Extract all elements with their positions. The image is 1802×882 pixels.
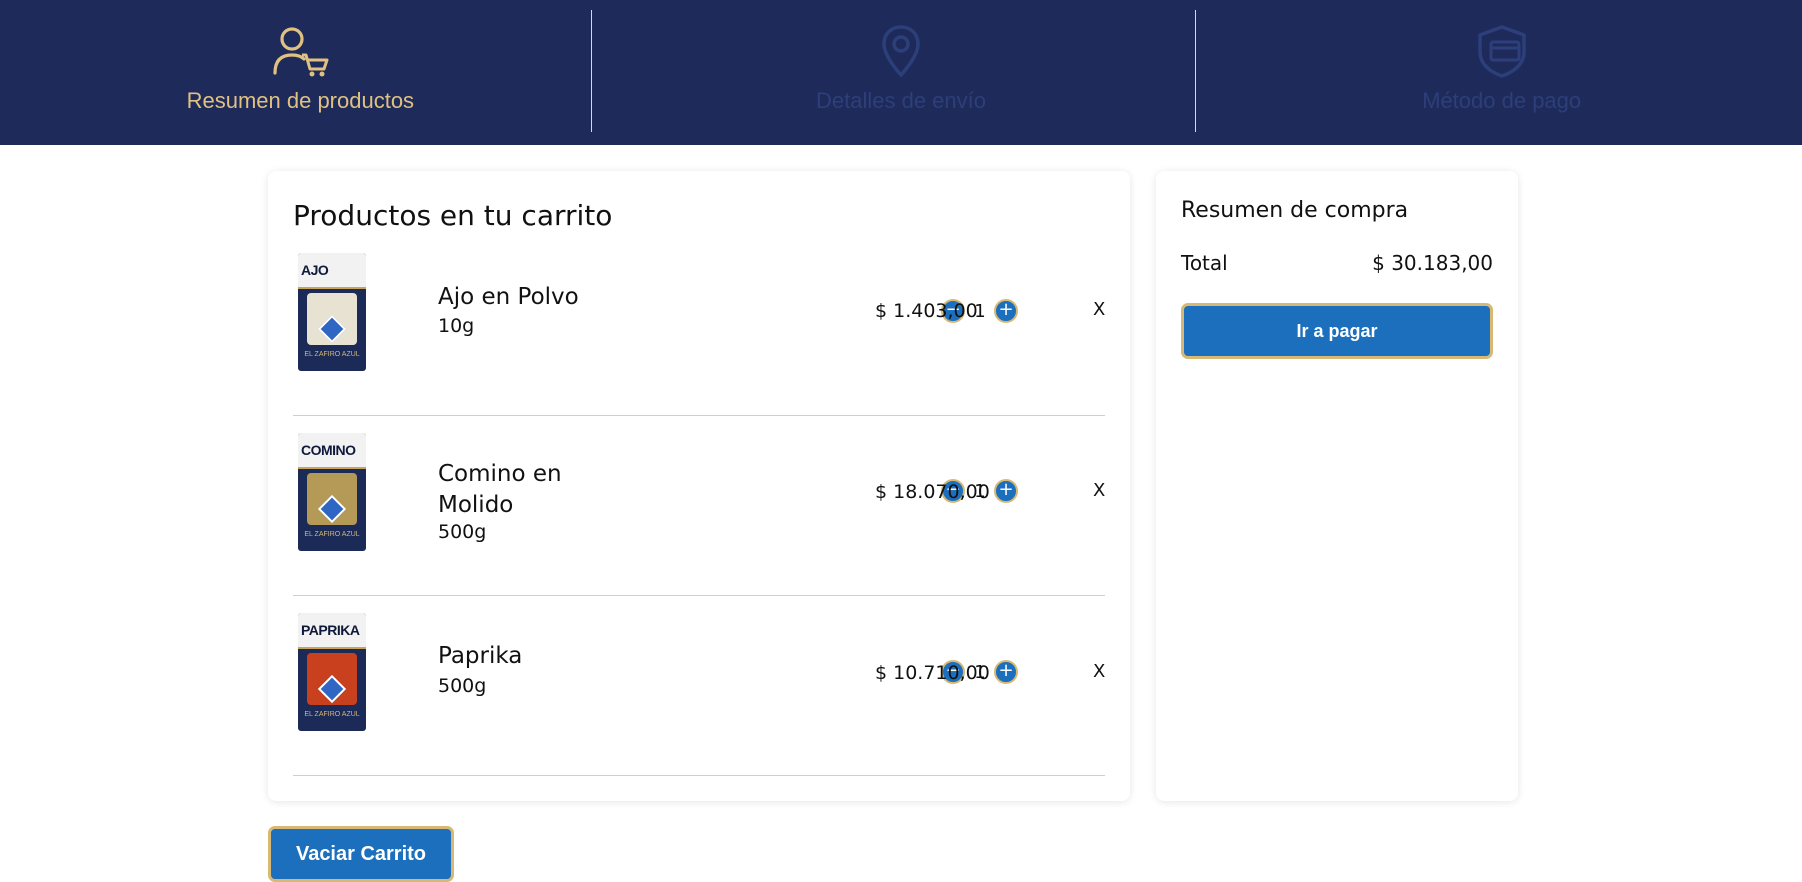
package-label: COMINO <box>301 442 356 458</box>
increase-quantity-button[interactable]: + <box>994 479 1018 503</box>
remove-item-button[interactable]: X <box>1093 480 1105 501</box>
step-divider <box>591 10 592 132</box>
package-label: PAPRIKA <box>301 622 360 638</box>
product-image: PAPRIKA EL ZAFIRO AZUL <box>298 613 366 731</box>
item-price: $ 18.070,00 <box>875 481 990 503</box>
product-weight: 500g <box>438 521 487 543</box>
increase-quantity-button[interactable]: + <box>994 660 1018 684</box>
product-weight: 10g <box>438 315 475 337</box>
purchase-summary-panel: Resumen de compra Total $ 30.183,00 Ir a… <box>1156 171 1518 801</box>
total-label: Total <box>1181 251 1228 275</box>
user-cart-icon <box>270 22 330 80</box>
checkout-stepper: Resumen de productos Detalles de envío M… <box>0 0 1802 145</box>
location-pin-icon <box>879 22 923 80</box>
cart-item-row: COMINO EL ZAFIRO AZUL Comino en Molido 5… <box>293 416 1105 596</box>
product-name: Ajo en Polvo <box>438 284 579 310</box>
empty-cart-button[interactable]: Vaciar Carrito <box>268 826 454 882</box>
step-shipping-details[interactable]: Detalles de envío <box>601 0 1202 145</box>
payment-shield-icon <box>1475 22 1529 80</box>
increase-quantity-button[interactable]: + <box>994 299 1018 323</box>
product-name: Paprika <box>438 643 523 669</box>
summary-title: Resumen de compra <box>1181 198 1409 223</box>
cart-panel: Productos en tu carrito AJO EL ZAFIRO AZ… <box>268 171 1130 801</box>
total-value: $ 30.183,00 <box>1372 251 1493 275</box>
item-price: $ 1.403,00 <box>875 300 978 322</box>
product-image: COMINO EL ZAFIRO AZUL <box>298 433 366 551</box>
step-divider <box>1195 10 1196 132</box>
product-name: Comino en Molido <box>438 461 562 518</box>
step-product-summary[interactable]: Resumen de productos <box>0 0 601 145</box>
go-to-pay-button[interactable]: Ir a pagar <box>1181 303 1493 359</box>
remove-item-button[interactable]: X <box>1093 299 1105 320</box>
product-image: AJO EL ZAFIRO AZUL <box>298 253 366 371</box>
cart-title: Productos en tu carrito <box>293 199 613 232</box>
package-label: AJO <box>301 262 329 278</box>
remove-item-button[interactable]: X <box>1093 661 1105 682</box>
step-label: Método de pago <box>1422 88 1582 113</box>
product-weight: 500g <box>438 675 487 697</box>
cart-item-row: AJO EL ZAFIRO AZUL Ajo en Polvo 10g <box>293 236 1105 416</box>
step-label: Resumen de productos <box>186 88 415 113</box>
cart-item-row: PAPRIKA EL ZAFIRO AZUL Paprika 500g <box>293 596 1105 776</box>
item-price: $ 10.710,00 <box>875 662 990 684</box>
step-label: Detalles de envío <box>815 88 986 113</box>
step-payment-method[interactable]: Método de pago <box>1201 0 1802 145</box>
